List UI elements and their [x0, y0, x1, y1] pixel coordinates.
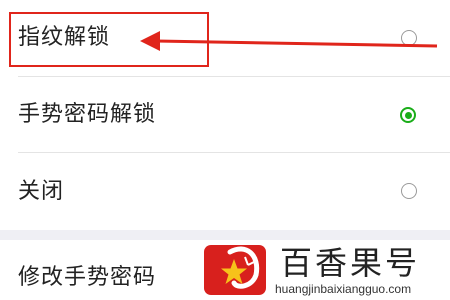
passion-fruit-star-icon	[221, 246, 260, 289]
watermark-logo	[204, 245, 266, 295]
watermark-url: huangjinbaixiangguo.com	[275, 282, 412, 296]
watermark-title: 百香果号	[280, 244, 421, 282]
